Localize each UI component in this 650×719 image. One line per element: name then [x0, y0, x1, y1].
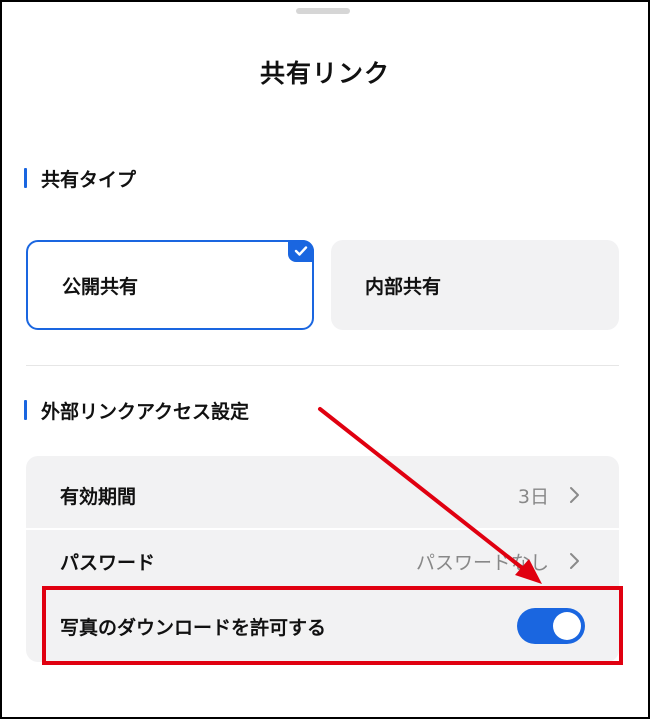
access-settings-header: 外部リンクアクセス設定: [24, 398, 250, 423]
share-type-header: 共有タイプ: [24, 166, 137, 191]
public-share-option[interactable]: 公開共有: [26, 240, 314, 330]
share-type-header-label: 共有タイプ: [41, 168, 137, 191]
access-settings-card: 有効期間 3日 パスワード パスワードなし 写真のダウンロードを許可する: [26, 456, 619, 662]
expiry-value: 3日: [517, 485, 549, 508]
password-label: パスワード: [60, 551, 156, 574]
internal-share-option[interactable]: 内部共有: [331, 240, 619, 330]
access-settings-header-label: 外部リンクアクセス設定: [41, 400, 250, 423]
expiry-row[interactable]: 有効期間 3日: [26, 462, 619, 528]
download-toggle[interactable]: [517, 608, 585, 644]
check-icon: [288, 240, 314, 262]
section-accent-bar: [24, 400, 27, 420]
section-divider: [26, 365, 619, 366]
password-row[interactable]: パスワード パスワードなし: [26, 528, 619, 594]
internal-share-label: 内部共有: [365, 275, 442, 298]
password-value: パスワードなし: [415, 551, 549, 574]
sheet-title: 共有リンク: [259, 59, 390, 88]
public-share-label: 公開共有: [62, 275, 139, 298]
share-link-sheet: 共有リンク 共有タイプ 公開共有 内部共有 外部リンクアクセス設定 有効期間 3…: [0, 0, 650, 719]
chevron-right-icon: [569, 552, 581, 574]
drag-handle[interactable]: [296, 8, 350, 14]
download-label: 写真のダウンロードを許可する: [60, 616, 327, 639]
chevron-right-icon: [569, 486, 581, 508]
expiry-label: 有効期間: [60, 485, 137, 508]
toggle-knob: [553, 612, 581, 640]
section-accent-bar: [24, 168, 27, 188]
